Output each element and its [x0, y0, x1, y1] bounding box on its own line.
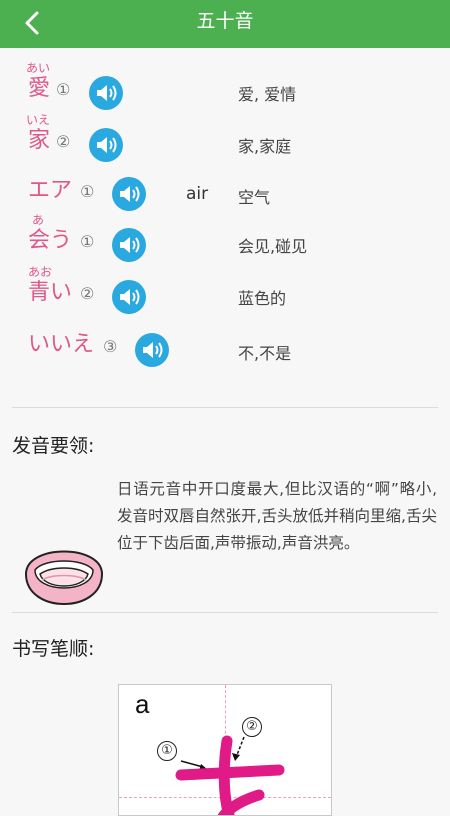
meaning-text: 不,不是 — [238, 344, 292, 363]
speaker-icon — [120, 237, 140, 253]
speaker-icon — [120, 186, 140, 202]
word-row: いえ 家 ② 家,家庭 — [0, 114, 450, 162]
romaji-text: air — [186, 184, 209, 204]
furigana: いえ — [26, 113, 51, 127]
word-text: いいえ — [28, 332, 95, 357]
speaker-icon — [97, 137, 117, 153]
stroke-arrows — [175, 735, 285, 815]
play-audio-button[interactable] — [112, 228, 146, 262]
speaker-icon — [97, 85, 117, 101]
word-text: エア — [28, 178, 73, 203]
stroke-order-heading: 书写笔顺: — [12, 638, 95, 660]
accent-mark: ① — [80, 232, 95, 251]
furigana: あ — [32, 213, 45, 227]
word-text: 愛 — [28, 76, 51, 101]
word-row: いいえ ③ 不,不是 — [0, 328, 450, 376]
play-audio-button[interactable] — [112, 280, 146, 314]
meaning-text: 会见,碰见 — [238, 237, 308, 256]
meaning-text: 蓝色的 — [238, 289, 287, 308]
meaning-text: 空气 — [238, 188, 271, 207]
content-area: あい 愛 ① 爱, 爱情 いえ 家 ② 家,家庭 エア ① air 空气 あ 会… — [0, 48, 450, 816]
play-audio-button[interactable] — [89, 76, 123, 110]
speaker-icon — [120, 289, 140, 305]
pronunciation-text: 日语元音中开口度最大,但比汉语的“啊”略小,发音时双唇自然张开,舌头放低并稍向里… — [117, 480, 437, 552]
word-text: 青い — [28, 280, 73, 305]
word-text: 会う — [28, 228, 73, 253]
accent-mark: ② — [56, 132, 71, 151]
furigana: あい — [26, 61, 51, 75]
page-title: 五十音 — [196, 10, 254, 32]
play-audio-button[interactable] — [135, 333, 169, 367]
play-audio-button[interactable] — [112, 177, 146, 211]
top-bar: 五十音 — [0, 0, 450, 48]
mouth-illustration — [24, 550, 104, 605]
pronunciation-heading: 发音要领: — [12, 435, 95, 457]
accent-mark: ③ — [103, 337, 118, 356]
divider — [12, 407, 438, 408]
word-row: あ 会う ① 会见,碰见 — [0, 214, 450, 262]
word-row: あお 青い ② 蓝色的 — [0, 266, 450, 314]
accent-mark: ① — [80, 182, 95, 201]
word-row: エア ① air 空气 — [0, 166, 450, 214]
speaker-icon — [143, 342, 163, 358]
meaning-text: 家,家庭 — [238, 137, 292, 156]
meaning-text: 爱, 爱情 — [238, 85, 297, 104]
word-row: あい 愛 ① 爱, 爱情 — [0, 62, 450, 110]
word-text: 家 — [28, 128, 51, 153]
accent-mark: ① — [56, 80, 71, 99]
stroke-order-board: a ② ① — [118, 684, 332, 816]
accent-mark: ② — [80, 284, 95, 303]
furigana: あお — [28, 265, 53, 279]
play-audio-button[interactable] — [89, 128, 123, 162]
divider — [12, 612, 438, 613]
